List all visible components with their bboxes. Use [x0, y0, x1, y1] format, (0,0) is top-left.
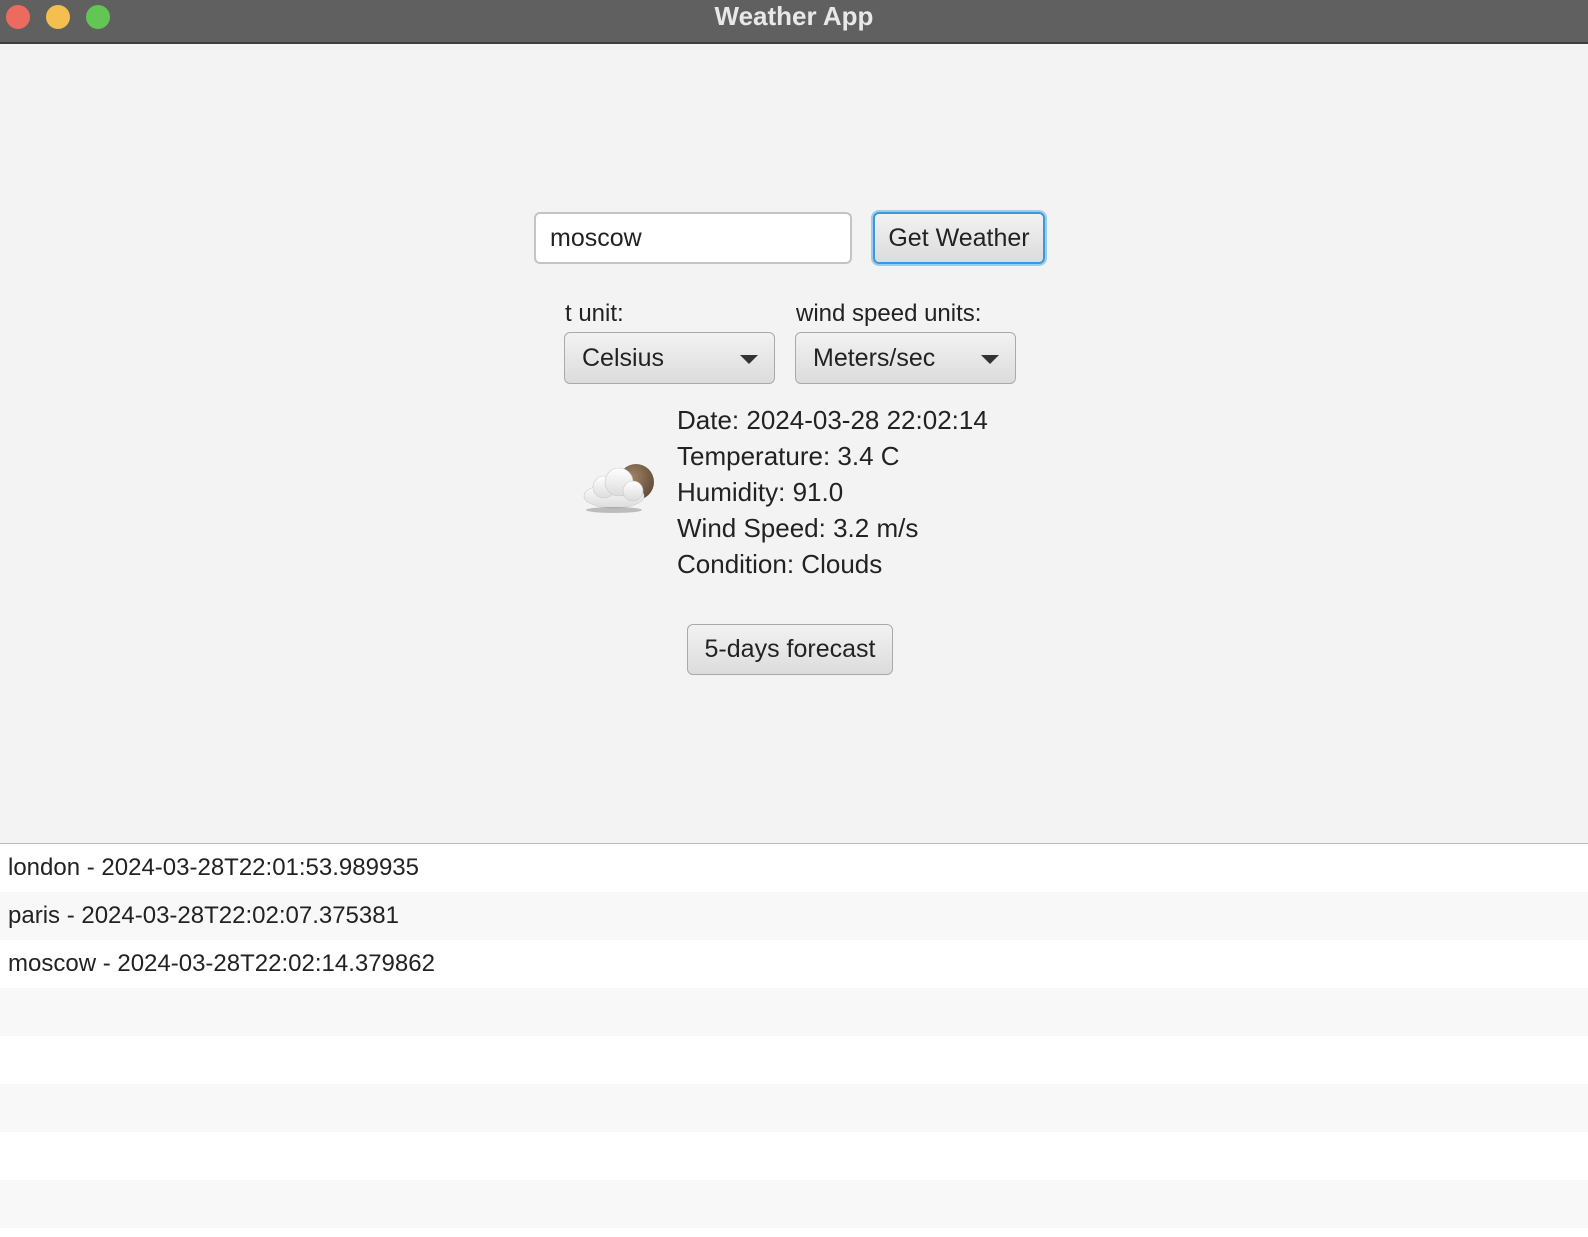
- city-input[interactable]: [534, 212, 852, 264]
- wind-speed-text: Wind Speed: 3.2 m/s: [677, 513, 919, 543]
- empty-list-row: [0, 1036, 1588, 1084]
- wind-unit-value: Meters/sec: [813, 344, 936, 372]
- list-item[interactable]: london - 2024-03-28T22:01:53.989935: [0, 844, 1588, 892]
- date-text: Date: 2024-03-28 22:02:14: [677, 405, 988, 435]
- empty-list-row: [0, 988, 1588, 1036]
- get-weather-button[interactable]: Get Weather: [873, 212, 1045, 264]
- wind-unit-label: wind speed units:: [796, 300, 982, 327]
- chevron-down-icon: [981, 355, 999, 364]
- temp-unit-value: Celsius: [582, 344, 664, 372]
- temp-unit-select[interactable]: Celsius: [564, 332, 775, 384]
- list-item[interactable]: paris - 2024-03-28T22:02:07.375381: [0, 892, 1588, 940]
- search-history-list[interactable]: london - 2024-03-28T22:01:53.989935 pari…: [0, 843, 1588, 1237]
- title-bar: Weather App: [0, 0, 1588, 44]
- temp-unit-label: t unit:: [565, 300, 624, 327]
- empty-list-row: [0, 1132, 1588, 1180]
- temperature-text: Temperature: 3.4 C: [677, 441, 900, 471]
- forecast-button[interactable]: 5-days forecast: [687, 624, 893, 675]
- window-title: Weather App: [714, 1, 874, 31]
- humidity-text: Humidity: 91.0: [677, 477, 844, 507]
- empty-list-row: [0, 1180, 1588, 1228]
- empty-list-row: [0, 1084, 1588, 1132]
- cloud-moon-icon: [583, 464, 654, 513]
- condition-text: Condition: Clouds: [677, 549, 883, 579]
- list-item[interactable]: moscow - 2024-03-28T22:02:14.379862: [0, 940, 1588, 988]
- wind-unit-select[interactable]: Meters/sec: [795, 332, 1016, 384]
- chevron-down-icon: [740, 355, 758, 364]
